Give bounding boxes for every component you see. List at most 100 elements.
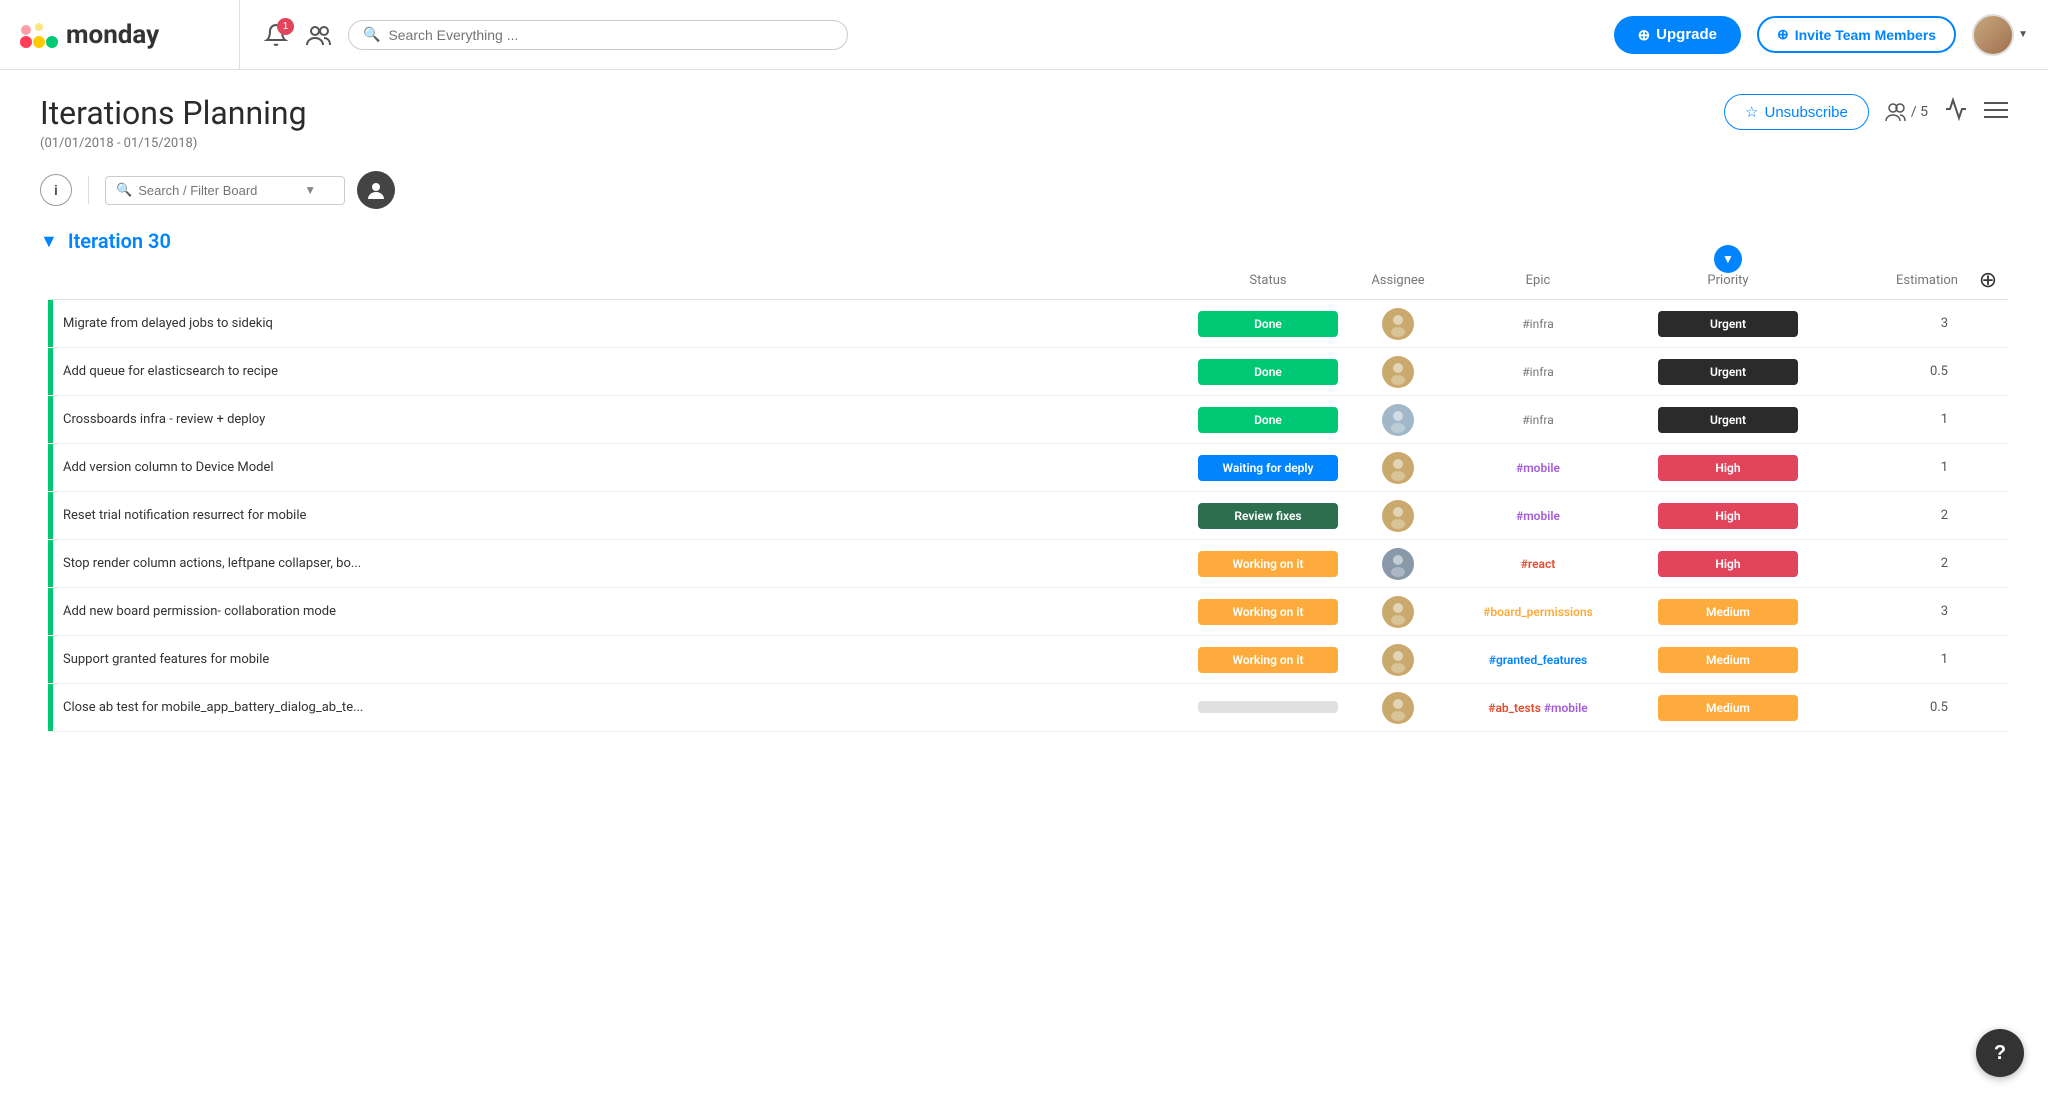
add-task-button[interactable]: ⊕ <box>1979 267 1997 293</box>
unsubscribe-button[interactable]: ☆ Unsubscribe <box>1724 94 1869 130</box>
nav-right: ⊕ Upgrade ⊕ Invite Team Members ▼ <box>1614 14 2028 56</box>
table-row[interactable]: Add new board permission- collaboration … <box>48 588 2008 636</box>
assignee-avatar <box>1382 692 1414 724</box>
upgrade-button[interactable]: ⊕ Upgrade <box>1614 16 1741 54</box>
estimation-cell: 1 <box>1828 460 1968 475</box>
priority-cell[interactable]: Urgent <box>1628 359 1828 385</box>
page-title: Iterations Planning <box>40 94 307 132</box>
assignee-cell <box>1348 404 1448 436</box>
status-badge[interactable]: Working on it <box>1198 551 1338 577</box>
epic-tag: #ab_tests <box>1488 701 1544 715</box>
status-badge[interactable]: Done <box>1198 311 1338 337</box>
priority-badge[interactable]: High <box>1658 551 1798 577</box>
task-name: Add queue for elasticsearch to recipe <box>63 364 286 379</box>
notifications-button[interactable]: 1 <box>264 23 288 47</box>
invite-button[interactable]: ⊕ Invite Team Members <box>1757 16 1956 53</box>
iteration-title: Iteration 30 <box>68 229 171 253</box>
row-color-bar <box>48 492 53 539</box>
page-header: Iterations Planning (01/01/2018 - 01/15/… <box>0 70 2048 163</box>
priority-badge[interactable]: Medium <box>1658 647 1798 673</box>
table-row[interactable]: Support granted features for mobileWorki… <box>48 636 2008 684</box>
table-row[interactable]: Crossboards infra - review + deploy Done #… <box>48 396 2008 444</box>
priority-cell[interactable]: High <box>1628 455 1828 481</box>
iteration-group: ▼ Iteration 30 Status Assignee Epic ▼ Pr… <box>40 221 2008 732</box>
priority-cell[interactable]: Medium <box>1628 647 1828 673</box>
status-badge[interactable]: Working on it <box>1198 647 1338 673</box>
filter-dropdown-button[interactable]: ▼ <box>304 183 316 197</box>
status-badge[interactable]: Waiting for deply <box>1198 455 1338 481</box>
task-name: Stop render column actions, leftpane col… <box>63 556 369 571</box>
status-cell[interactable]: Done <box>1188 407 1348 433</box>
status-cell[interactable]: Working on it <box>1188 599 1348 625</box>
assignee-avatar <box>1382 404 1414 436</box>
search-input[interactable] <box>388 27 833 43</box>
table-row[interactable]: Reset trial notification resurrect for m… <box>48 492 2008 540</box>
assignee-cell <box>1348 500 1448 532</box>
status-badge[interactable]: Done <box>1198 359 1338 385</box>
status-badge-empty[interactable] <box>1198 701 1338 713</box>
iteration-toggle-button[interactable]: ▼ <box>40 231 58 252</box>
status-cell[interactable]: Review fixes <box>1188 503 1348 529</box>
table-row[interactable]: Migrate from delayed jobs to sidekiq Done… <box>48 300 2008 348</box>
global-search[interactable]: 🔍 <box>348 20 848 50</box>
priority-badge[interactable]: Urgent <box>1658 311 1798 337</box>
task-name-cell: Migrate from delayed jobs to sidekiq <box>63 316 1188 331</box>
status-cell[interactable]: Done <box>1188 311 1348 337</box>
filter-input[interactable] <box>138 183 298 198</box>
estimation-cell: 2 <box>1828 508 1968 523</box>
logo-area: monday <box>20 0 240 69</box>
priority-dropdown-indicator[interactable]: ▼ <box>1714 245 1742 273</box>
assignee-cell <box>1348 308 1448 340</box>
priority-cell[interactable]: Medium <box>1628 695 1828 721</box>
status-cell[interactable]: Done <box>1188 359 1348 385</box>
table-row[interactable]: Add version column to Device ModelWaitin… <box>48 444 2008 492</box>
status-badge[interactable]: Done <box>1198 407 1338 433</box>
status-cell[interactable] <box>1188 698 1348 717</box>
priority-badge[interactable]: High <box>1658 455 1798 481</box>
task-name: Migrate from delayed jobs to sidekiq <box>63 316 281 331</box>
brand-name: monday <box>66 20 159 50</box>
priority-badge[interactable]: High <box>1658 503 1798 529</box>
table-row[interactable]: Close ab test for mobile_app_battery_dia… <box>48 684 2008 732</box>
menu-button[interactable] <box>1984 99 2008 125</box>
table-row[interactable]: Add queue for elasticsearch to recipe Don… <box>48 348 2008 396</box>
task-name-cell: Crossboards infra - review + deploy <box>63 412 1188 427</box>
estimation-cell: 2 <box>1828 556 1968 571</box>
col-header-priority: ▼ Priority <box>1628 273 1828 288</box>
task-name-cell: Close ab test for mobile_app_battery_dia… <box>63 700 1188 715</box>
person-filter-button[interactable] <box>357 171 395 209</box>
priority-cell[interactable]: High <box>1628 551 1828 577</box>
activity-button[interactable] <box>1944 97 1968 127</box>
priority-badge[interactable]: Medium <box>1658 599 1798 625</box>
priority-badge[interactable]: Urgent <box>1658 359 1798 385</box>
epic-cell: #infra <box>1448 413 1628 427</box>
filter-search[interactable]: 🔍 ▼ <box>105 176 345 205</box>
priority-cell[interactable]: Urgent <box>1628 311 1828 337</box>
epic-tag: #mobile <box>1544 701 1588 715</box>
epic-cell: #infra <box>1448 317 1628 331</box>
star-icon: ☆ <box>1745 103 1758 121</box>
priority-badge[interactable]: Medium <box>1658 695 1798 721</box>
team-button[interactable] <box>306 24 332 46</box>
status-cell[interactable]: Working on it <box>1188 647 1348 673</box>
assignee-avatar <box>1382 548 1414 580</box>
assignee-avatar <box>1382 308 1414 340</box>
info-button[interactable]: i <box>40 174 72 206</box>
upgrade-icon: ⊕ <box>1638 26 1651 44</box>
assignee-cell <box>1348 548 1448 580</box>
status-cell[interactable]: Working on it <box>1188 551 1348 577</box>
status-cell[interactable]: Waiting for deply <box>1188 455 1348 481</box>
priority-cell[interactable]: High <box>1628 503 1828 529</box>
col-header-estimation: Estimation <box>1828 273 1968 288</box>
user-avatar[interactable] <box>1972 14 2014 56</box>
table-row[interactable]: Stop render column actions, leftpane col… <box>48 540 2008 588</box>
task-name-cell: Reset trial notification resurrect for m… <box>63 508 1188 523</box>
priority-badge[interactable]: Urgent <box>1658 407 1798 433</box>
priority-cell[interactable]: Medium <box>1628 599 1828 625</box>
status-badge[interactable]: Review fixes <box>1198 503 1338 529</box>
help-button[interactable]: ? <box>1976 1029 2024 1077</box>
col-header-assignee: Assignee <box>1348 273 1448 288</box>
priority-cell[interactable]: Urgent <box>1628 407 1828 433</box>
status-badge[interactable]: Working on it <box>1198 599 1338 625</box>
page-actions: ☆ Unsubscribe / 5 <box>1724 94 2008 130</box>
